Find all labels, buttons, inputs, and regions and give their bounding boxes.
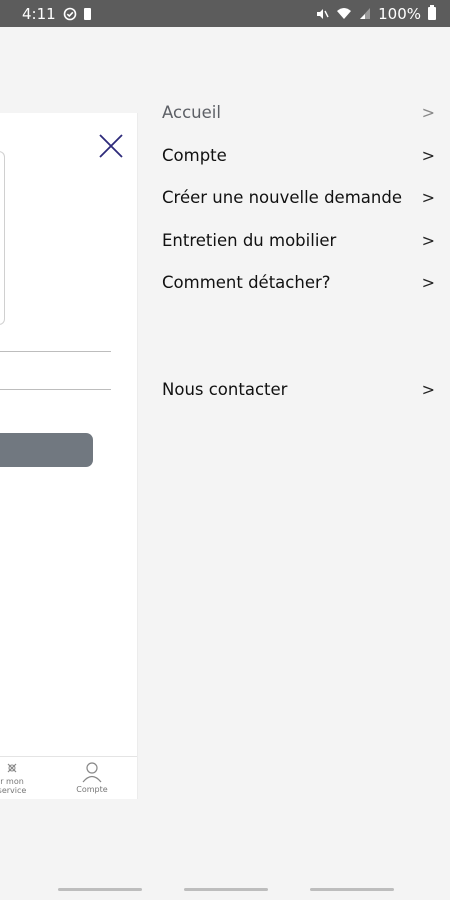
chevron-right-icon: > <box>421 379 435 399</box>
chevron-right-icon: > <box>421 102 435 122</box>
menu-item-accueil[interactable]: Accueil > <box>162 97 437 127</box>
check-circle-icon <box>63 7 76 20</box>
menu-item-creer-demande[interactable]: Créer une nouvelle demande > <box>162 182 437 212</box>
bottom-nav: r mon service Compte <box>0 756 137 799</box>
menu-item-label: Nous contacter <box>162 379 288 399</box>
menu-item-label: Créer une nouvelle demande <box>162 187 402 207</box>
menu-item-label: Comment détacher? <box>162 272 331 292</box>
status-right: 100% <box>315 5 436 23</box>
nav-service-label-2: service <box>0 786 27 795</box>
battery-icon <box>428 5 436 20</box>
chevron-right-icon: > <box>421 230 435 250</box>
user-icon <box>82 762 102 783</box>
underlying-page-panel: r mon service Compte <box>0 113 138 799</box>
nav-service-label-1: r mon <box>0 777 24 786</box>
wifi-icon <box>337 8 352 19</box>
input-underline[interactable] <box>0 389 111 390</box>
submit-button[interactable] <box>0 433 93 467</box>
status-left: 4:11 <box>22 5 91 23</box>
chevron-right-icon: > <box>421 187 435 207</box>
menu-item-compte[interactable]: Compte > <box>162 140 437 170</box>
menu-item-label: Entretien du mobilier <box>162 230 337 250</box>
menu-item-label: Accueil <box>162 102 221 122</box>
menu-item-comment-detacher[interactable]: Comment détacher? > <box>162 267 437 297</box>
signal-icon <box>360 8 371 19</box>
service-icon <box>7 763 17 773</box>
menu-item-label: Compte <box>162 145 227 165</box>
recent-apps-handle[interactable] <box>58 888 142 891</box>
system-navigation-bar <box>0 882 450 900</box>
menu-item-nous-contacter[interactable]: Nous contacter > <box>162 374 437 404</box>
status-bar: 4:11 100% <box>0 0 450 27</box>
chevron-right-icon: > <box>421 272 435 292</box>
home-handle[interactable] <box>184 888 268 891</box>
chevron-right-icon: > <box>421 145 435 165</box>
message-textarea[interactable] <box>0 151 5 325</box>
menu-item-entretien[interactable]: Entretien du mobilier > <box>162 225 437 255</box>
nav-compte-label: Compte <box>76 785 108 794</box>
nav-item-compte[interactable]: Compte <box>70 761 114 794</box>
battery-icon <box>83 7 91 20</box>
nav-item-service[interactable]: r mon service <box>0 761 32 795</box>
battery-percent: 100% <box>378 4 421 23</box>
mute-icon <box>317 8 329 19</box>
back-handle[interactable] <box>310 888 394 891</box>
input-underline[interactable] <box>0 351 111 352</box>
close-icon[interactable] <box>98 133 124 159</box>
status-time: 4:11 <box>22 4 56 23</box>
